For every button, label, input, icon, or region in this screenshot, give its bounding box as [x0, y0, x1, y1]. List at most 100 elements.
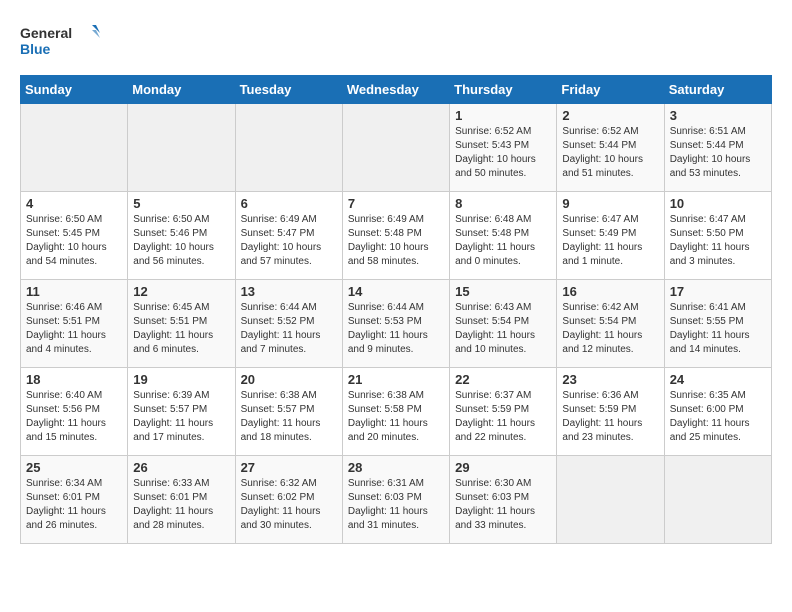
- day-number: 28: [348, 460, 444, 475]
- day-cell: 26 Sunrise: 6:33 AM Sunset: 6:01 PM Dayli…: [128, 456, 235, 544]
- day-cell: 4 Sunrise: 6:50 AM Sunset: 5:45 PM Daylig…: [21, 192, 128, 280]
- day-number: 25: [26, 460, 122, 475]
- day-info: Sunrise: 6:51 AM Sunset: 5:44 PM Dayligh…: [670, 125, 766, 181]
- day-info: Sunrise: 6:49 AM Sunset: 5:47 PM Dayligh…: [241, 213, 337, 269]
- day-info: Sunrise: 6:52 AM Sunset: 5:44 PM Dayligh…: [562, 125, 658, 181]
- day-info: Sunrise: 6:30 AM Sunset: 6:03 PM Dayligh…: [455, 477, 551, 533]
- day-number: 19: [133, 372, 229, 387]
- day-cell: 21 Sunrise: 6:38 AM Sunset: 5:58 PM Dayli…: [342, 368, 449, 456]
- day-cell: 7 Sunrise: 6:49 AM Sunset: 5:48 PM Daylig…: [342, 192, 449, 280]
- day-info: Sunrise: 6:38 AM Sunset: 5:57 PM Dayligh…: [241, 389, 337, 445]
- day-cell: 2 Sunrise: 6:52 AM Sunset: 5:44 PM Daylig…: [557, 104, 664, 192]
- day-info: Sunrise: 6:42 AM Sunset: 5:54 PM Dayligh…: [562, 301, 658, 357]
- day-cell: 23Sunrise: 6:36 AM Sunset: 5:59 PM Dayli…: [557, 368, 664, 456]
- day-info: Sunrise: 6:32 AM Sunset: 6:02 PM Dayligh…: [241, 477, 337, 533]
- day-info: Sunrise: 6:50 AM Sunset: 5:46 PM Dayligh…: [133, 213, 229, 269]
- day-cell: 3 Sunrise: 6:51 AM Sunset: 5:44 PM Daylig…: [664, 104, 771, 192]
- day-info: Sunrise: 6:44 AM Sunset: 5:52 PM Dayligh…: [241, 301, 337, 357]
- col-header-saturday: Saturday: [664, 76, 771, 104]
- day-cell: 27 Sunrise: 6:32 AM Sunset: 6:02 PM Dayli…: [235, 456, 342, 544]
- day-info: Sunrise: 6:34 AM Sunset: 6:01 PM Dayligh…: [26, 477, 122, 533]
- week-row-5: 25 Sunrise: 6:34 AM Sunset: 6:01 PM Dayli…: [21, 456, 772, 544]
- day-number: 20: [241, 372, 337, 387]
- day-info: Sunrise: 6:49 AM Sunset: 5:48 PM Dayligh…: [348, 213, 444, 269]
- day-cell: 20 Sunrise: 6:38 AM Sunset: 5:57 PM Dayli…: [235, 368, 342, 456]
- day-cell: 12 Sunrise: 6:45 AM Sunset: 5:51 PM Dayli…: [128, 280, 235, 368]
- day-number: 13: [241, 284, 337, 299]
- day-number: 23: [562, 372, 658, 387]
- day-info: Sunrise: 6:47 AM Sunset: 5:49 PM Dayligh…: [562, 213, 658, 269]
- day-cell: 5 Sunrise: 6:50 AM Sunset: 5:46 PM Daylig…: [128, 192, 235, 280]
- svg-text:General: General: [20, 25, 72, 41]
- col-header-friday: Friday: [557, 76, 664, 104]
- day-cell: 28 Sunrise: 6:31 AM Sunset: 6:03 PM Dayli…: [342, 456, 449, 544]
- day-number: 9: [562, 196, 658, 211]
- col-header-wednesday: Wednesday: [342, 76, 449, 104]
- day-info: Sunrise: 6:31 AM Sunset: 6:03 PM Dayligh…: [348, 477, 444, 533]
- col-header-monday: Monday: [128, 76, 235, 104]
- day-info: Sunrise: 6:39 AM Sunset: 5:57 PM Dayligh…: [133, 389, 229, 445]
- day-cell: 25 Sunrise: 6:34 AM Sunset: 6:01 PM Dayli…: [21, 456, 128, 544]
- day-cell: 8 Sunrise: 6:48 AM Sunset: 5:48 PM Daylig…: [450, 192, 557, 280]
- day-cell: 13 Sunrise: 6:44 AM Sunset: 5:52 PM Dayli…: [235, 280, 342, 368]
- week-row-2: 4 Sunrise: 6:50 AM Sunset: 5:45 PM Daylig…: [21, 192, 772, 280]
- week-row-4: 18 Sunrise: 6:40 AM Sunset: 5:56 PM Dayli…: [21, 368, 772, 456]
- day-cell: 10 Sunrise: 6:47 AM Sunset: 5:50 PM Dayli…: [664, 192, 771, 280]
- day-number: 14: [348, 284, 444, 299]
- header-row: SundayMondayTuesdayWednesdayThursdayFrid…: [21, 76, 772, 104]
- day-number: 17: [670, 284, 766, 299]
- day-info: Sunrise: 6:45 AM Sunset: 5:51 PM Dayligh…: [133, 301, 229, 357]
- day-info: Sunrise: 6:46 AM Sunset: 5:51 PM Dayligh…: [26, 301, 122, 357]
- day-cell: 11 Sunrise: 6:46 AM Sunset: 5:51 PM Dayli…: [21, 280, 128, 368]
- logo-svg: General Blue: [20, 20, 100, 65]
- day-number: 1: [455, 108, 551, 123]
- day-info: Sunrise: 6:48 AM Sunset: 5:48 PM Dayligh…: [455, 213, 551, 269]
- day-cell: [342, 104, 449, 192]
- col-header-thursday: Thursday: [450, 76, 557, 104]
- day-number: 18: [26, 372, 122, 387]
- day-info: Sunrise: 6:43 AM Sunset: 5:54 PM Dayligh…: [455, 301, 551, 357]
- day-number: 5: [133, 196, 229, 211]
- day-cell: 24Sunrise: 6:35 AM Sunset: 6:00 PM Dayli…: [664, 368, 771, 456]
- day-number: 11: [26, 284, 122, 299]
- day-cell: 19 Sunrise: 6:39 AM Sunset: 5:57 PM Dayli…: [128, 368, 235, 456]
- day-number: 3: [670, 108, 766, 123]
- col-header-tuesday: Tuesday: [235, 76, 342, 104]
- day-info: Sunrise: 6:50 AM Sunset: 5:45 PM Dayligh…: [26, 213, 122, 269]
- svg-text:Blue: Blue: [20, 41, 51, 57]
- day-number: 21: [348, 372, 444, 387]
- day-cell: 6Sunrise: 6:49 AM Sunset: 5:47 PM Daylig…: [235, 192, 342, 280]
- logo: General Blue: [20, 20, 100, 65]
- day-cell: [664, 456, 771, 544]
- day-number: 24: [670, 372, 766, 387]
- day-number: 22: [455, 372, 551, 387]
- day-number: 2: [562, 108, 658, 123]
- day-cell: [235, 104, 342, 192]
- day-number: 27: [241, 460, 337, 475]
- day-cell: 17 Sunrise: 6:41 AM Sunset: 5:55 PM Dayli…: [664, 280, 771, 368]
- week-row-3: 11 Sunrise: 6:46 AM Sunset: 5:51 PM Dayli…: [21, 280, 772, 368]
- col-header-sunday: Sunday: [21, 76, 128, 104]
- day-info: Sunrise: 6:38 AM Sunset: 5:58 PM Dayligh…: [348, 389, 444, 445]
- day-number: 26: [133, 460, 229, 475]
- day-number: 12: [133, 284, 229, 299]
- day-info: Sunrise: 6:41 AM Sunset: 5:55 PM Dayligh…: [670, 301, 766, 357]
- day-number: 7: [348, 196, 444, 211]
- day-info: Sunrise: 6:37 AM Sunset: 5:59 PM Dayligh…: [455, 389, 551, 445]
- day-number: 10: [670, 196, 766, 211]
- day-cell: 29Sunrise: 6:30 AM Sunset: 6:03 PM Dayli…: [450, 456, 557, 544]
- day-info: Sunrise: 6:47 AM Sunset: 5:50 PM Dayligh…: [670, 213, 766, 269]
- day-cell: 14 Sunrise: 6:44 AM Sunset: 5:53 PM Dayli…: [342, 280, 449, 368]
- day-number: 16: [562, 284, 658, 299]
- page-header: General Blue: [20, 20, 772, 65]
- day-info: Sunrise: 6:40 AM Sunset: 5:56 PM Dayligh…: [26, 389, 122, 445]
- day-cell: [557, 456, 664, 544]
- day-info: Sunrise: 6:52 AM Sunset: 5:43 PM Dayligh…: [455, 125, 551, 181]
- day-cell: 16 Sunrise: 6:42 AM Sunset: 5:54 PM Dayli…: [557, 280, 664, 368]
- day-number: 4: [26, 196, 122, 211]
- day-number: 8: [455, 196, 551, 211]
- day-cell: 1 Sunrise: 6:52 AM Sunset: 5:43 PM Daylig…: [450, 104, 557, 192]
- day-info: Sunrise: 6:33 AM Sunset: 6:01 PM Dayligh…: [133, 477, 229, 533]
- day-info: Sunrise: 6:44 AM Sunset: 5:53 PM Dayligh…: [348, 301, 444, 357]
- day-cell: 22 Sunrise: 6:37 AM Sunset: 5:59 PM Dayli…: [450, 368, 557, 456]
